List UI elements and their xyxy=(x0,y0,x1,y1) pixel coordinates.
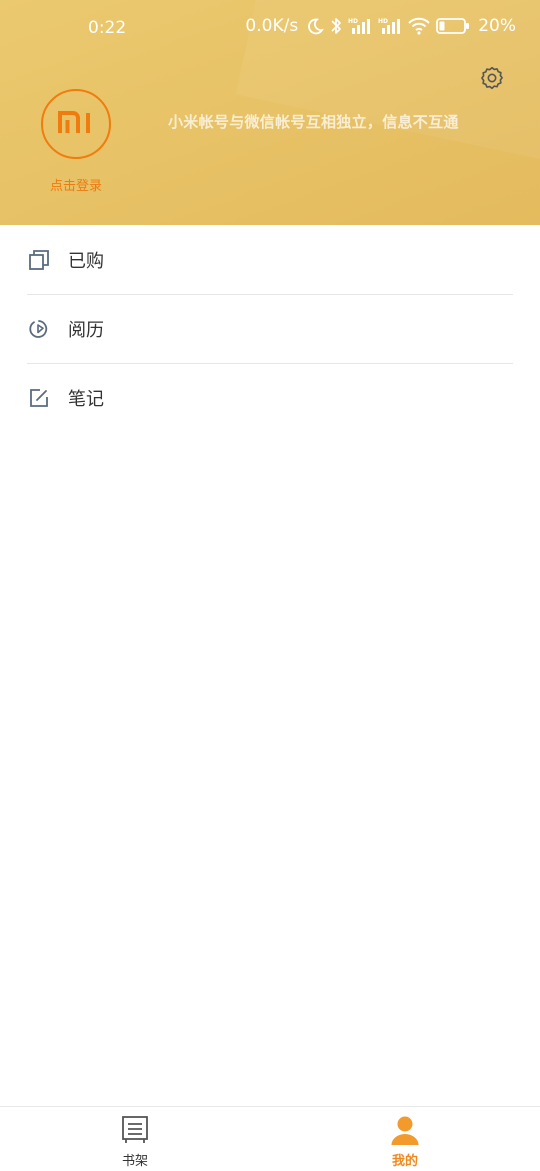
status-time: 0:22 xyxy=(88,18,127,38)
wifi-icon xyxy=(408,17,430,35)
moon-icon xyxy=(306,17,325,35)
profile-header: 0:22 0.0K/s HD HD 20% 点击登录 小米帐号与微信帐号互相独立… xyxy=(0,0,540,225)
tab-label: 我的 xyxy=(391,1154,418,1169)
menu-item-notes[interactable]: 笔记 xyxy=(27,363,513,432)
hd-signal-icon: HD xyxy=(378,17,402,35)
note-edit-icon xyxy=(28,387,50,409)
tab-bookshelf[interactable]: 书架 xyxy=(95,1107,175,1171)
mi-logo-icon xyxy=(58,109,94,139)
network-speed: 0.0K/s xyxy=(245,16,299,36)
bookshelf-icon xyxy=(121,1114,149,1146)
status-indicators: 0.0K/s HD HD 20% xyxy=(245,16,516,36)
bluetooth-icon xyxy=(330,16,342,36)
status-bar: 0:22 0.0K/s HD HD 20% xyxy=(0,0,540,58)
menu-item-label: 已购 xyxy=(68,250,104,272)
gear-icon xyxy=(479,65,505,95)
battery-percent: 20% xyxy=(478,16,516,36)
svg-text:HD: HD xyxy=(348,18,358,25)
settings-button[interactable] xyxy=(478,66,506,94)
bottom-tabbar: 书架 我的 xyxy=(0,1106,540,1170)
purchased-icon xyxy=(28,249,50,271)
tab-mine[interactable]: 我的 xyxy=(365,1107,445,1171)
hd-signal-icon: HD xyxy=(348,17,372,35)
battery-icon xyxy=(436,17,470,35)
reading-history-icon xyxy=(28,318,50,340)
account-notice: 小米帐号与微信帐号互相独立，信息不互通 xyxy=(168,113,459,131)
login-link[interactable]: 点击登录 xyxy=(40,175,112,194)
svg-text:HD: HD xyxy=(378,18,388,25)
profile-menu: 已购 阅历 笔记 xyxy=(0,225,540,432)
menu-item-purchased[interactable]: 已购 xyxy=(27,225,513,294)
menu-item-label: 阅历 xyxy=(68,320,104,341)
avatar[interactable] xyxy=(41,89,111,159)
menu-item-reading-history[interactable]: 阅历 xyxy=(27,294,513,363)
person-icon xyxy=(390,1114,420,1146)
menu-item-label: 笔记 xyxy=(68,389,104,410)
tab-label: 书架 xyxy=(121,1154,148,1169)
